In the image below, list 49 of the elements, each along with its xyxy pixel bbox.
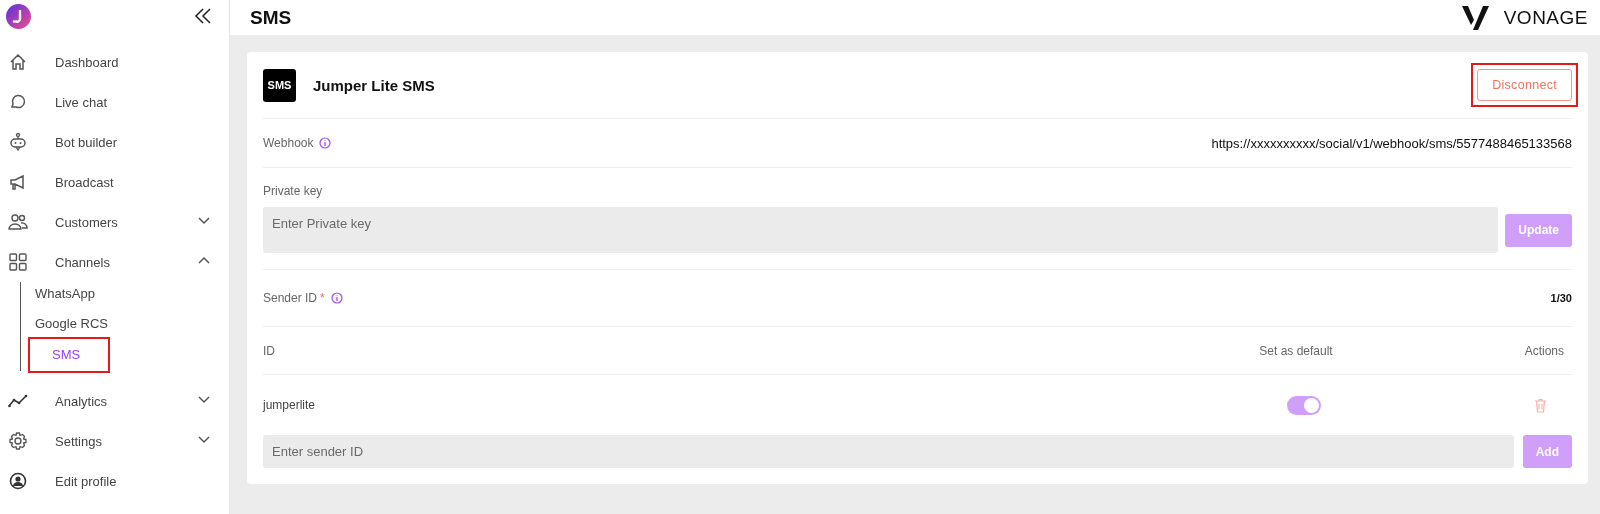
webhook-url: https://xxxxxxxxxx/social/v1/webhook/sms/5577488465133568: [1211, 135, 1572, 151]
field-label: Webhook: [263, 136, 314, 150]
sidebar-subitem[interactable]: Google RCS: [21, 309, 229, 339]
brand-mark-icon: [1461, 5, 1490, 30]
app-logo-icon: [6, 3, 31, 29]
user-circle-icon: [8, 471, 28, 491]
sidebar-label: Edit profile: [55, 473, 118, 489]
sender-id-field[interactable]: Enter sender ID: [263, 435, 1514, 468]
column-header: Actions: [1523, 343, 1565, 358]
sidebar-label: Live chat: [55, 94, 109, 110]
sidebar-item[interactable]: Analytics: [0, 381, 229, 421]
sidebar-item[interactable]: Bot builder: [0, 122, 229, 162]
field-label: Private key: [263, 184, 324, 198]
info-icon[interactable]: [330, 292, 343, 304]
sidebar-item[interactable]: Live chat: [0, 82, 229, 122]
sidebar-subitem[interactable]: SMS: [30, 339, 108, 371]
home-icon: [8, 52, 28, 72]
sidebar-item[interactable]: Customers: [0, 202, 229, 242]
sidebar-label: Broadcast: [55, 174, 115, 190]
column-header: Set as default: [1258, 343, 1334, 358]
sender-id-cell-text: jumperlite: [263, 398, 317, 412]
sidebar-item[interactable]: Settings: [0, 421, 229, 461]
field-label: Sender ID: [263, 291, 318, 305]
private-key-field[interactable]: Enter Private key: [263, 207, 1499, 253]
required-mark: *: [320, 291, 325, 305]
sms-logo: SMS: [263, 68, 296, 102]
collapse-icon[interactable]: [193, 6, 213, 26]
brand-name: VONAGE: [1503, 6, 1588, 29]
sidebar-label: Dashboard: [55, 54, 120, 70]
robot-icon: [8, 132, 28, 152]
sidebar-label: Analytics: [55, 393, 109, 409]
settings-icon: [8, 431, 28, 451]
grid-icon: [8, 252, 28, 272]
column-header: ID: [263, 343, 276, 358]
sidebar-item[interactable]: Channels: [0, 242, 229, 282]
sidebar-label: Settings: [55, 433, 103, 449]
sidebar-item[interactable]: Edit profile: [0, 461, 229, 501]
info-icon[interactable]: [319, 137, 332, 149]
sidebar-subitem[interactable]: WhatsApp: [21, 282, 229, 309]
sidebar-label: Bot builder: [55, 134, 119, 150]
people-icon: [8, 212, 28, 232]
default-toggle[interactable]: [1287, 395, 1321, 415]
sidebar-label: Channels: [55, 254, 111, 270]
character-count: 1/30: [1550, 292, 1572, 304]
sidebar-item[interactable]: Dashboard: [0, 42, 229, 82]
sidebar-label: Customers: [55, 214, 119, 230]
sidebar-item[interactable]: Broadcast: [0, 162, 229, 202]
channel-name: Jumper Lite SMS: [313, 76, 436, 94]
page-title: SMS: [250, 6, 292, 29]
